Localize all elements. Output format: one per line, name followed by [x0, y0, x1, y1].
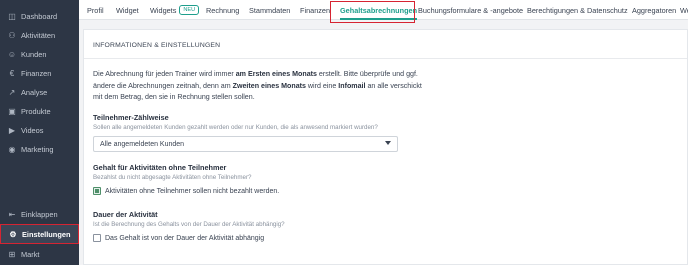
- no-participants-checkbox[interactable]: [93, 187, 101, 195]
- tab-finances[interactable]: Finanzen: [300, 0, 330, 20]
- sidebar-item-analytics[interactable]: ↗ Analyse: [0, 83, 79, 102]
- sidebar-item-label: Einklappen: [21, 210, 58, 219]
- sidebar-item-products[interactable]: ▣ Produkte: [0, 102, 79, 121]
- tab-master-data[interactable]: Stammdaten: [249, 0, 290, 20]
- sidebar-item-activities[interactable]: ⚇ Aktivitäten: [0, 26, 79, 45]
- new-badge: NEU: [179, 5, 200, 15]
- activities-icon: ⚇: [8, 31, 16, 40]
- tab-more[interactable]: We: [680, 0, 688, 20]
- sidebar-item-finances[interactable]: € Finanzen: [0, 64, 79, 83]
- no-participants-checkbox-row[interactable]: Aktivitäten ohne Teilnehmer sollen nicht…: [93, 187, 279, 195]
- sidebar-item-label: Marketing: [21, 145, 54, 154]
- tab-label: Berechtigungen & Datenschutz: [527, 5, 628, 15]
- sidebar-item-market[interactable]: ⊞ Markt: [0, 245, 79, 264]
- sidebar-item-dashboard[interactable]: ◫ Dashboard: [0, 7, 79, 26]
- tab-aggregators[interactable]: Aggregatoren: [632, 0, 676, 20]
- tab-label: Profil: [87, 5, 104, 15]
- duration-checkbox[interactable]: [93, 234, 101, 242]
- sidebar-item-label: Finanzen: [21, 69, 52, 78]
- tab-permissions-privacy[interactable]: Berechtigungen & Datenschutz: [527, 0, 628, 20]
- tab-label: Buchungsformulare & -angebote: [418, 5, 524, 15]
- market-icon: ⊞: [8, 250, 16, 259]
- duration-checkbox-label: Das Gehalt ist von der Dauer der Aktivit…: [105, 234, 265, 242]
- sidebar-item-marketing[interactable]: ◉ Marketing: [0, 140, 79, 159]
- info-text-bold: Zweiten eines Monats: [232, 81, 306, 90]
- customers-icon: ☺: [7, 50, 17, 59]
- duration-hint: Ist die Berechnung des Gehalts von der D…: [93, 221, 285, 228]
- sidebar-item-label: Produkte: [21, 107, 51, 116]
- sidebar-item-label: Analyse: [21, 88, 48, 97]
- euro-icon: €: [9, 69, 15, 78]
- tab-profile[interactable]: Profil: [87, 0, 104, 20]
- counting-label: Teilnehmer-Zählweise: [93, 113, 169, 122]
- duration-checkbox-row[interactable]: Das Gehalt ist von der Dauer der Aktivit…: [93, 234, 264, 242]
- section-title: INFORMATIONEN & EINSTELLUNGEN: [93, 42, 221, 49]
- settings-card: INFORMATIONEN & EINSTELLUNGEN Die Abrech…: [83, 29, 688, 265]
- tab-label: Widget: [116, 5, 139, 15]
- counting-select[interactable]: Alle angemeldeten Kunden: [93, 136, 398, 152]
- no-participants-checkbox-label: Aktivitäten ohne Teilnehmer sollen nicht…: [105, 187, 280, 195]
- checkbox-checked-icon: [95, 189, 99, 193]
- no-participants-label: Gehalt für Aktivitäten ohne Teilnehmer: [93, 163, 227, 172]
- tab-label: Finanzen: [300, 5, 331, 15]
- counting-hint: Sollen alle angemeldeten Kunden gezahlt …: [93, 124, 378, 131]
- info-text-part: wird eine: [305, 81, 339, 90]
- sidebar-item-collapse[interactable]: ⇤ Einklappen: [0, 205, 79, 224]
- counting-select-value: Alle angemeldeten Kunden: [100, 140, 185, 148]
- sidebar-item-label: Markt: [21, 250, 40, 259]
- sidebar-item-settings[interactable]: ⚙ Einstellungen: [0, 224, 79, 244]
- tab-label: Rechnung: [206, 5, 240, 15]
- tab-widgets[interactable]: Widgets NEU: [150, 0, 200, 20]
- no-participants-hint: Bezahlst du nicht abgesagte Aktivitäten …: [93, 174, 252, 181]
- sidebar-item-customers[interactable]: ☺ Kunden: [0, 45, 79, 64]
- dashboard-icon: ◫: [8, 12, 16, 21]
- products-icon: ▣: [8, 107, 16, 116]
- tab-label: Aggregatoren: [632, 5, 677, 15]
- collapse-icon: ⇤: [8, 210, 16, 219]
- marketing-icon: ◉: [8, 145, 16, 154]
- tab-label: Widgets: [150, 5, 177, 15]
- sidebar-item-label: Dashboard: [21, 12, 58, 21]
- info-text-bold: Infomail: [338, 81, 366, 90]
- divider: [84, 58, 687, 59]
- video-icon: ▶: [8, 126, 16, 135]
- info-text: Die Abrechnung für jeden Trainer wird im…: [93, 69, 423, 104]
- sidebar-item-videos[interactable]: ▶ Videos: [0, 121, 79, 140]
- info-text-bold: am Ersten eines Monats: [235, 70, 317, 78]
- sidebar-item-label: Kunden: [21, 50, 47, 59]
- analytics-icon: ↗: [8, 88, 16, 97]
- tab-widget[interactable]: Widget: [116, 0, 139, 20]
- duration-label: Dauer der Aktivität: [93, 210, 158, 219]
- info-text-part: Die Abrechnung für jeden Trainer wird im…: [93, 70, 236, 78]
- gear-icon: ⚙: [9, 229, 17, 239]
- tab-highlight-box: [330, 1, 415, 23]
- sidebar-item-label: Aktivitäten: [21, 31, 56, 40]
- sidebar: ◫ Dashboard ⚇ Aktivitäten ☺ Kunden € Fin…: [0, 0, 79, 265]
- tab-label: We: [680, 5, 688, 15]
- tab-label: Stammdaten: [249, 5, 291, 15]
- tab-invoice[interactable]: Rechnung: [206, 0, 239, 20]
- tab-booking-forms[interactable]: Buchungsformulare & -angebote: [418, 0, 523, 20]
- sidebar-item-label: Einstellungen: [22, 229, 71, 239]
- sidebar-item-label: Videos: [21, 126, 44, 135]
- chevron-down-icon: [385, 141, 391, 145]
